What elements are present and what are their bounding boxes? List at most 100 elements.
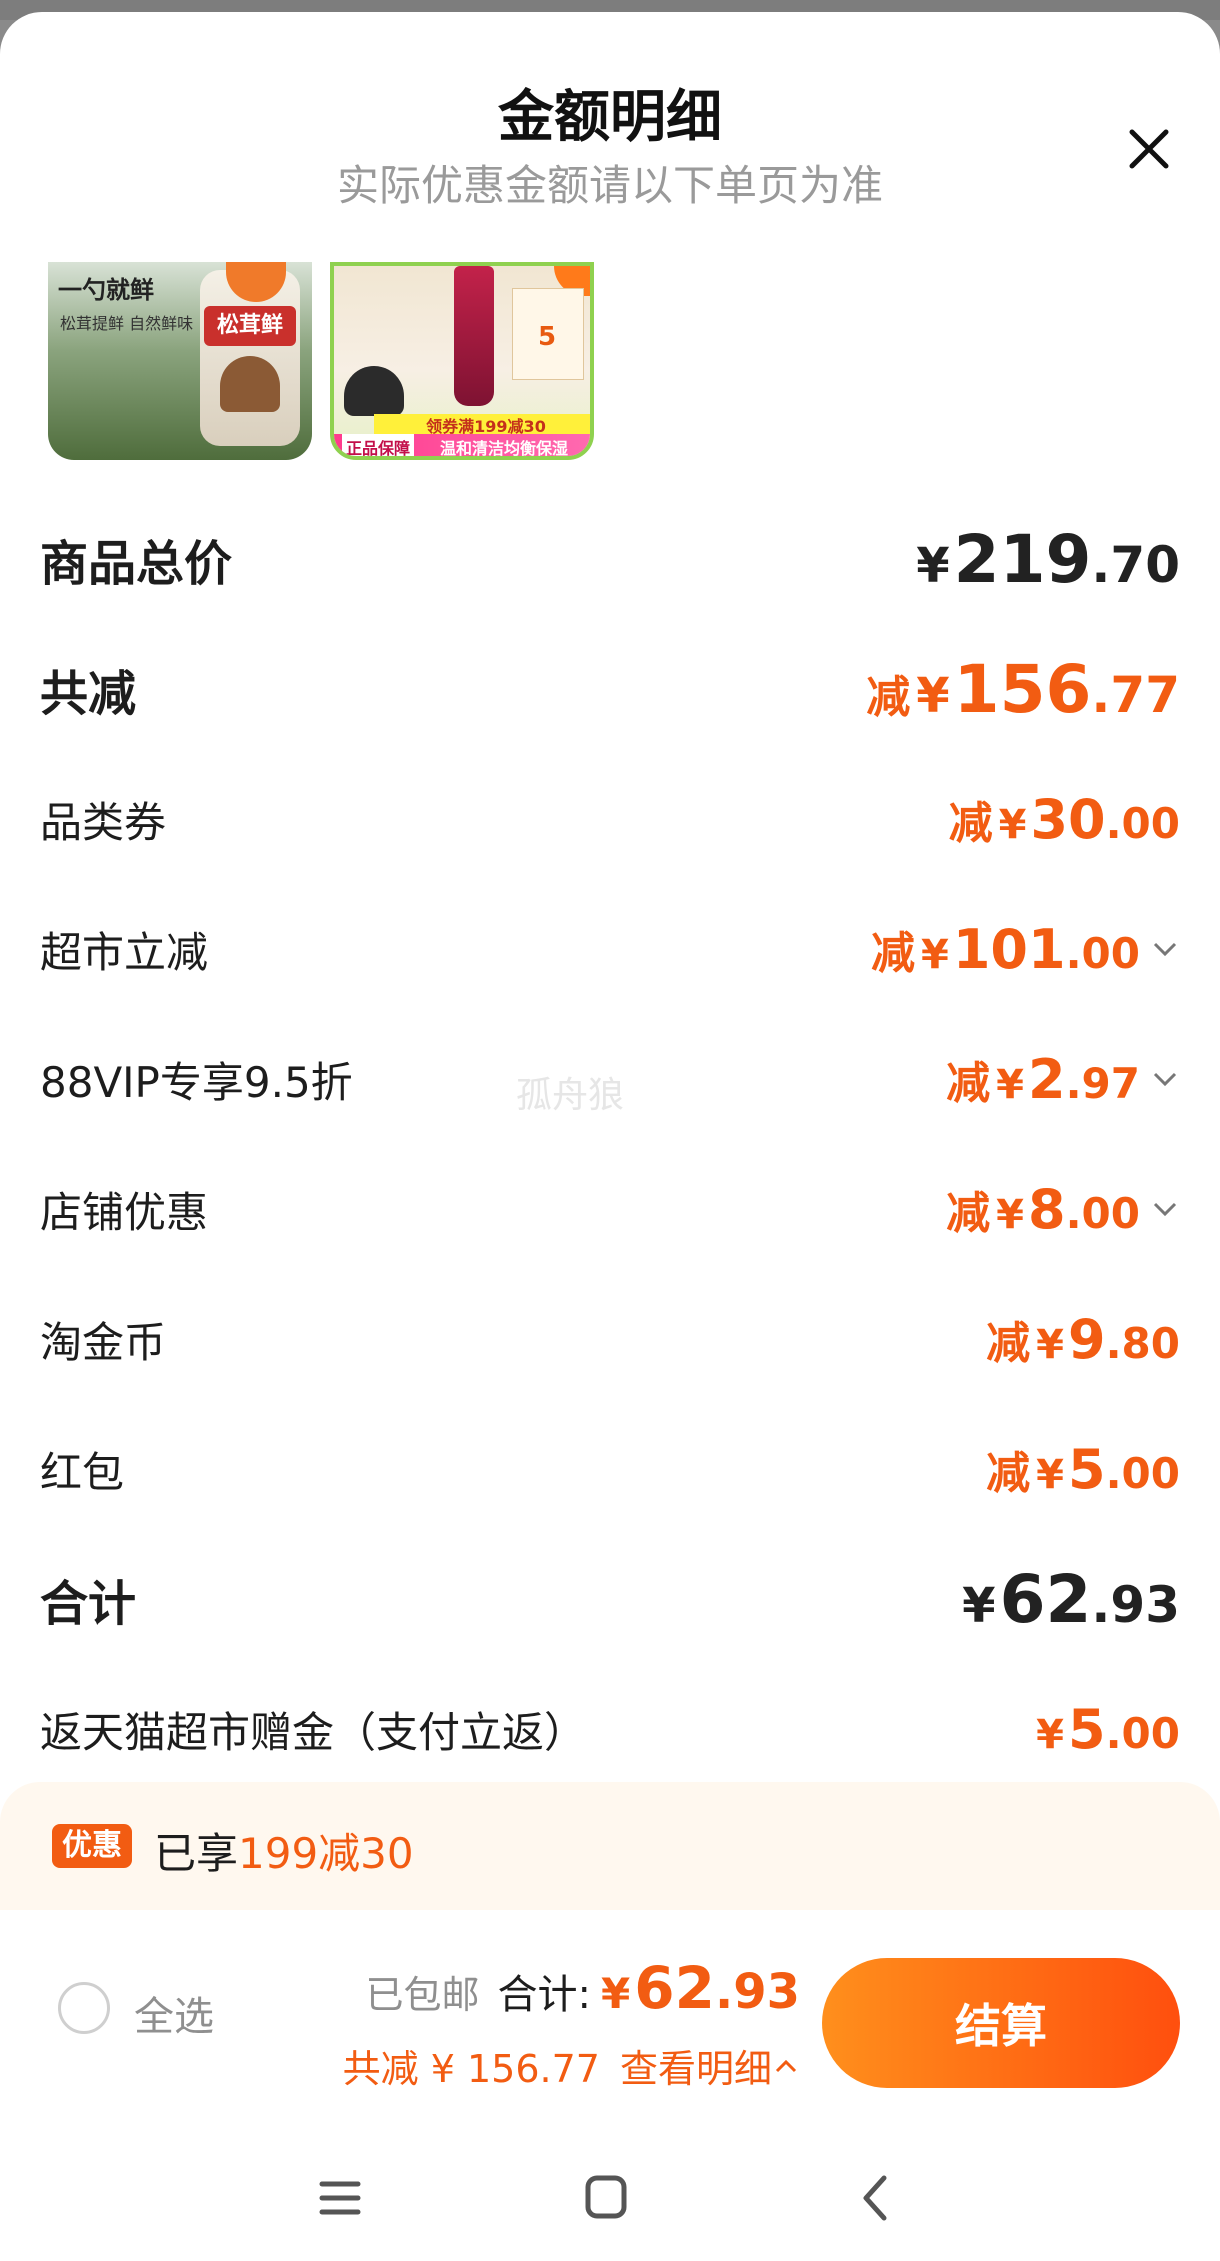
row-label: 淘金币 bbox=[40, 1317, 167, 1367]
row-amount: 减 ¥30.00 bbox=[949, 787, 1180, 851]
yen-sign: ¥ bbox=[1036, 1322, 1065, 1368]
product-thumbnail-cleanser[interactable]: 5 领券满199减30 正品保障 温和清洁均衡保湿 bbox=[330, 262, 594, 460]
thumbnail-bottom-banner: 正品保障 温和清洁均衡保湿 bbox=[334, 434, 590, 458]
amount-integer: 5 bbox=[1068, 1438, 1106, 1501]
view-detail-label: 查看明细 bbox=[619, 2047, 772, 2091]
row-amount: 减 ¥8.00 bbox=[946, 1177, 1180, 1241]
row-amount: 减 ¥101.00 bbox=[871, 917, 1180, 981]
tmall-cat-icon bbox=[344, 366, 404, 416]
row-total-discount: 共减 减 ¥156.77 bbox=[40, 639, 1180, 739]
row-label: 店铺优惠 bbox=[40, 1187, 209, 1237]
amount-decimal: .93 bbox=[714, 1964, 800, 2020]
amount-integer: 62 bbox=[999, 1560, 1092, 1638]
product-slogan: 温和清洁均衡保湿 bbox=[440, 439, 569, 458]
promo-text: 已享199减30 bbox=[154, 1820, 414, 1881]
amount-decimal: .00 bbox=[1065, 1189, 1140, 1238]
row-label: 合计 bbox=[40, 1576, 137, 1632]
row-category-coupon: 品类券 减 ¥30.00 bbox=[40, 769, 1180, 869]
back-chevron-icon[interactable] bbox=[846, 2168, 906, 2228]
free-shipping-label: 已包邮 bbox=[365, 1973, 480, 2017]
amount-decimal: .77 bbox=[1091, 665, 1180, 724]
row-amount: ¥5.00 bbox=[1036, 1698, 1180, 1761]
chevron-down-icon[interactable] bbox=[1150, 934, 1180, 964]
row-amount: ¥219.70 bbox=[916, 521, 1180, 598]
product-thumbnail-seasoning[interactable]: 一勺就鲜 松茸提鲜 自然鲜味 松茸鲜 bbox=[48, 262, 312, 460]
row-amount: 减 ¥9.80 bbox=[986, 1307, 1180, 1371]
amount-decimal: .00 bbox=[1105, 799, 1180, 848]
amount-decimal: .93 bbox=[1091, 1575, 1180, 1634]
row-label: 商品总价 bbox=[40, 536, 233, 592]
watermark-text: 孤舟狼 bbox=[516, 1075, 625, 1116]
amount-integer: 62 bbox=[634, 1954, 715, 2022]
row-label: 品类券 bbox=[40, 797, 167, 847]
row-goods-total: 商品总价 ¥219.70 bbox=[40, 509, 1180, 609]
minus-prefix: 减 bbox=[866, 671, 911, 723]
checkout-bar: 全选 已包邮 合计: ¥62.93 共减 ¥ 156.77 查看明细 结算 bbox=[0, 1910, 1220, 2110]
minus-prefix: 减 bbox=[946, 1188, 991, 1239]
sheet-title: 金额明细 bbox=[498, 85, 722, 150]
product-brand-label: 松茸鲜 bbox=[204, 306, 296, 346]
amount-detail-sheet: 金额明细 实际优惠金额请以下单页为准 一勺就鲜 松茸提鲜 自然鲜味 松茸鲜 5 … bbox=[0, 12, 1220, 2261]
total-amount: ¥62.93 bbox=[591, 1954, 800, 2022]
checkout-button[interactable]: 结算 bbox=[822, 1958, 1180, 2088]
promo-tag: 优惠 bbox=[52, 1824, 132, 1868]
yen-sign: ¥ bbox=[921, 932, 949, 978]
yen-sign: ¥ bbox=[996, 1192, 1025, 1238]
amount-integer: 9 bbox=[1068, 1308, 1106, 1371]
yen-sign: ¥ bbox=[962, 1577, 996, 1634]
row-red-packet: 红包 减 ¥5.00 bbox=[40, 1419, 1180, 1519]
yen-sign: ¥ bbox=[996, 1062, 1025, 1108]
system-navigation-bar bbox=[0, 2110, 1220, 2261]
yen-sign: ¥ bbox=[601, 1969, 631, 2018]
yen-sign: ¥ bbox=[998, 802, 1027, 848]
row-taobao-coins: 淘金币 减 ¥9.80 bbox=[40, 1289, 1180, 1389]
cleanser-tube-image bbox=[454, 266, 494, 406]
chevron-down-icon[interactable] bbox=[1150, 1064, 1180, 1094]
row-label: 超市立减 bbox=[40, 927, 209, 977]
promo-prefix: 已享 bbox=[154, 1829, 239, 1878]
row-supermarket-instant-discount[interactable]: 超市立减 减 ¥101.00 bbox=[40, 899, 1180, 999]
row-amount: 减 ¥156.77 bbox=[866, 651, 1180, 728]
row-store-discount[interactable]: 店铺优惠 减 ¥8.00 bbox=[40, 1159, 1180, 1259]
chevron-down-icon[interactable] bbox=[1150, 1194, 1180, 1224]
discount-line: 共减 ¥ 156.77 查看明细 bbox=[343, 2038, 800, 2093]
minus-prefix: 减 bbox=[946, 1058, 991, 1109]
yen-sign: ¥ bbox=[916, 537, 950, 594]
row-amount: 减 ¥5.00 bbox=[986, 1437, 1180, 1501]
home-square-icon[interactable] bbox=[576, 2168, 636, 2228]
total-label: 合计: bbox=[497, 1972, 592, 2018]
minus-prefix: 减 bbox=[986, 1448, 1031, 1499]
chevron-up-icon bbox=[775, 2059, 797, 2072]
menu-icon[interactable] bbox=[310, 2168, 370, 2228]
thumbnail-subcaption: 松茸提鲜 自然鲜味 bbox=[60, 314, 194, 333]
jar-lid bbox=[226, 262, 286, 302]
select-all-label[interactable]: 全选 bbox=[134, 1984, 214, 2042]
amount-decimal: .00 bbox=[1105, 1708, 1180, 1758]
thumbnail-caption: 一勺就鲜 bbox=[58, 276, 154, 304]
minus-prefix: 减 bbox=[986, 1318, 1031, 1369]
amount-decimal: .00 bbox=[1105, 1449, 1180, 1498]
amount-integer: 101 bbox=[952, 918, 1066, 981]
minus-prefix: 减 bbox=[948, 798, 993, 849]
amount-integer: 156 bbox=[953, 650, 1092, 728]
minus-prefix: 减 bbox=[871, 928, 916, 979]
close-icon[interactable] bbox=[1118, 118, 1180, 180]
discount-summary: 共减 ¥ 156.77 bbox=[342, 2047, 600, 2091]
amount-integer: 2 bbox=[1028, 1048, 1066, 1111]
promo-highlight: 199减30 bbox=[238, 1829, 414, 1878]
view-detail-link[interactable]: 查看明细 bbox=[620, 2038, 800, 2093]
row-label: 红包 bbox=[40, 1447, 125, 1497]
row-label: 共减 bbox=[40, 666, 137, 722]
amount-decimal: .00 bbox=[1065, 929, 1140, 978]
select-all-radio[interactable] bbox=[58, 1982, 110, 2034]
amount-integer: 219 bbox=[953, 520, 1092, 598]
amount-decimal: .70 bbox=[1091, 535, 1180, 594]
authentic-tag: 正品保障 bbox=[342, 434, 415, 456]
row-label: 88VIP专享9.5折 bbox=[40, 1057, 353, 1107]
row-amount: 减 ¥2.97 bbox=[946, 1047, 1180, 1111]
row-label: 返天猫超市赠金（支付立返） bbox=[40, 1707, 587, 1757]
promo-bar[interactable]: 优惠 已享199减30 bbox=[0, 1782, 1220, 1910]
product-jar-image: 松茸鲜 bbox=[200, 262, 300, 446]
row-amount: ¥62.93 bbox=[962, 1561, 1180, 1638]
row-cashback: 返天猫超市赠金（支付立返） ¥5.00 bbox=[40, 1679, 1180, 1779]
